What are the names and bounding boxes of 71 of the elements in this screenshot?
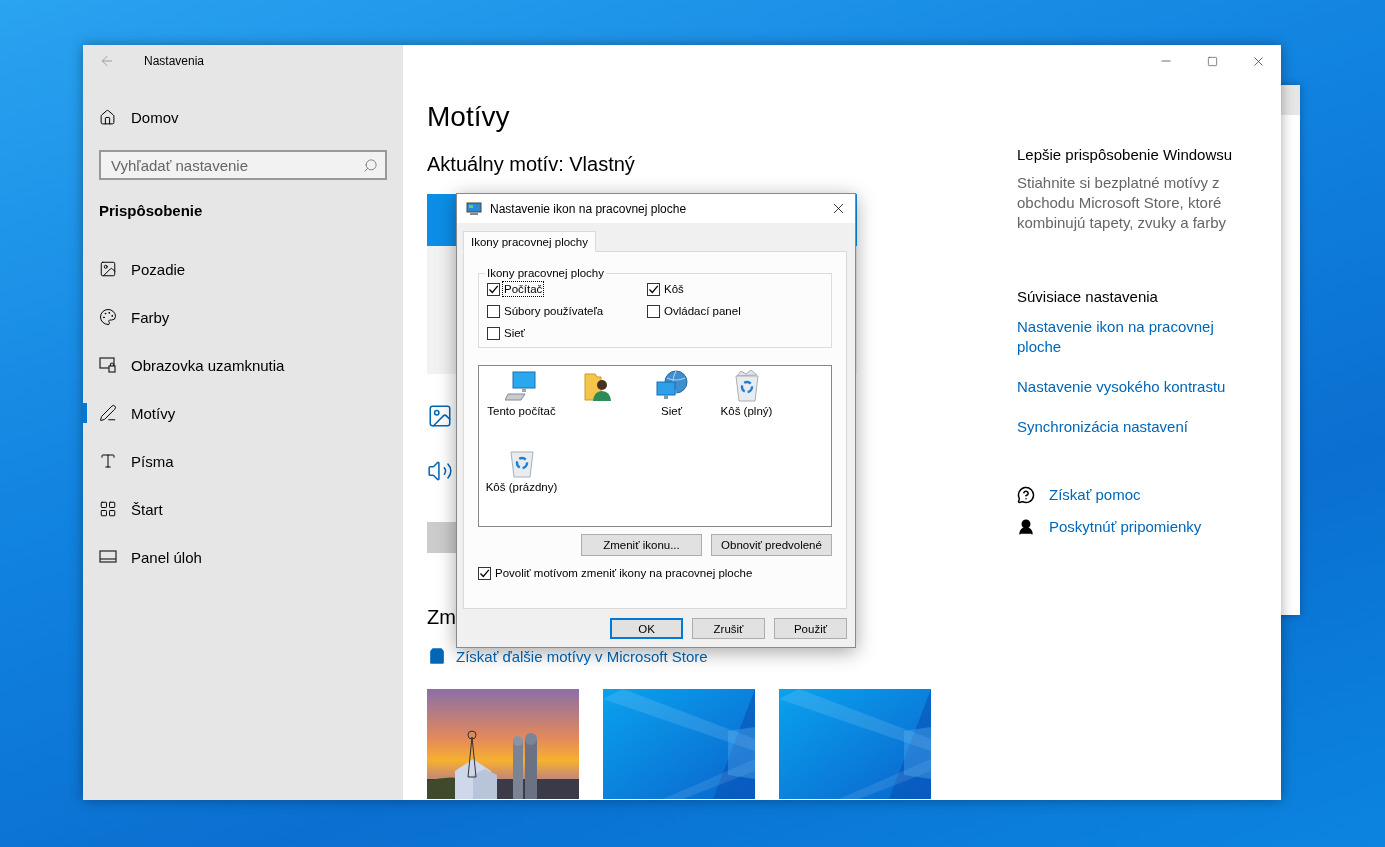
nav-label[interactable]: Panel úloh <box>131 548 202 566</box>
help-icon <box>1017 486 1035 504</box>
font-icon <box>99 452 117 470</box>
related-link[interactable]: Synchronizácia nastavení <box>1017 417 1188 437</box>
picture-icon[interactable] <box>427 403 453 429</box>
checkbox[interactable] <box>647 304 660 318</box>
checkbox-label[interactable]: Povoliť motívom zmeniť ikony na pracovnej ploche <box>494 566 754 580</box>
taskbar-icon <box>99 550 117 564</box>
related-link[interactable]: Nastavenie ikon na pracovnej ploche <box>1017 317 1239 357</box>
nav-item[interactable]: Štart <box>83 485 403 533</box>
nav-item[interactable]: Obrazovka uzamknutia <box>83 341 403 389</box>
tab[interactable]: Ikony pracovnej plochy <box>463 231 596 252</box>
checkbox[interactable] <box>478 566 491 580</box>
home-icon <box>99 108 116 126</box>
group-legend: Ikony pracovnej plochy <box>485 267 606 279</box>
network-icon <box>654 370 689 402</box>
nav-label[interactable]: Farby <box>131 308 170 326</box>
nav-item[interactable]: Panel úloh <box>83 533 403 581</box>
recycle-bin-icon <box>732 370 761 402</box>
nav-item[interactable]: Motívy <box>83 389 403 437</box>
checkbox[interactable] <box>487 304 500 318</box>
pen-icon <box>99 404 117 422</box>
nav-item[interactable]: Písma <box>83 437 403 485</box>
current-theme-heading: Aktuálny motív: Vlastný <box>427 152 636 177</box>
checkbox-label[interactable]: Počítač <box>503 282 544 296</box>
change-icon-button[interactable]: Zmeniť ikonu... <box>581 534 702 556</box>
promo-heading: Lepšie prispôsobenie Windowsu <box>1017 145 1234 165</box>
computer-icon <box>504 370 539 402</box>
nav-label[interactable]: Motívy <box>131 404 176 422</box>
related-heading: Súvisiace nastavenia <box>1017 287 1159 307</box>
checkbox[interactable] <box>647 282 660 296</box>
checkbox-label[interactable]: Ovládací panel <box>663 304 742 318</box>
help-link[interactable]: Získať pomoc <box>1017 485 1141 505</box>
tiles-icon <box>99 500 117 518</box>
dialog-button[interactable]: OK <box>610 618 683 639</box>
icon-label[interactable]: Sieť <box>661 405 682 417</box>
home-item[interactable]: Domov <box>83 97 403 137</box>
dialog-title: Nastavenie ikon na pracovnej ploche <box>490 201 688 216</box>
dialog-button[interactable]: Použiť <box>774 618 847 639</box>
checkbox[interactable] <box>487 326 500 340</box>
maximize-icon <box>1206 55 1218 67</box>
desktop-icon <box>466 201 482 216</box>
store-link[interactable]: Získať ďalšie motívy v Microsoft Store <box>427 646 708 666</box>
nav-label[interactable]: Písma <box>131 452 174 470</box>
nav-label[interactable]: Obrazovka uzamknutia <box>131 356 285 374</box>
checkbox[interactable] <box>487 282 500 296</box>
feedback-link[interactable]: Poskytnúť pripomienky <box>1017 517 1202 537</box>
nav-item[interactable]: Farby <box>83 293 403 341</box>
icon-label[interactable]: Kôš (prázdny) <box>485 481 558 493</box>
checkbox-label[interactable]: Kôš <box>663 282 685 296</box>
icon-label[interactable]: Tento počítač <box>487 405 556 417</box>
picture-icon <box>99 260 117 278</box>
person-icon <box>1017 518 1035 536</box>
search-field[interactable]: Vyhľadať nastavenie <box>99 150 387 180</box>
page-title: Motívy <box>427 100 511 134</box>
restore-default-button[interactable]: Obnoviť predvolené <box>711 534 832 556</box>
section-heading: Zm <box>427 605 456 630</box>
nav-label[interactable]: Pozadie <box>131 260 186 278</box>
icon-label[interactable]: Kôš (plný) <box>720 405 773 417</box>
checkbox-label[interactable]: Sieť <box>503 326 526 340</box>
nav-item[interactable]: Pozadie <box>83 245 403 293</box>
checkbox-label[interactable]: Súbory používateľa <box>503 304 605 318</box>
palette-icon <box>99 308 117 326</box>
dialog-button[interactable]: Zrušiť <box>692 618 765 639</box>
related-link[interactable]: Nastavenie vysokého kontrastu <box>1017 377 1226 397</box>
promo-text: Stiahnite si bezplatné motívy z obchodu Microsoft Store, ktoré kombinujú tapety, zvuky a farby <box>1017 173 1227 233</box>
search-icon[interactable] <box>363 158 378 173</box>
section-heading: Prispôsobenie <box>99 201 204 221</box>
window-title: Nastavenia <box>144 54 205 68</box>
lock-screen-icon <box>99 357 117 373</box>
nav-label[interactable]: Štart <box>131 500 163 518</box>
